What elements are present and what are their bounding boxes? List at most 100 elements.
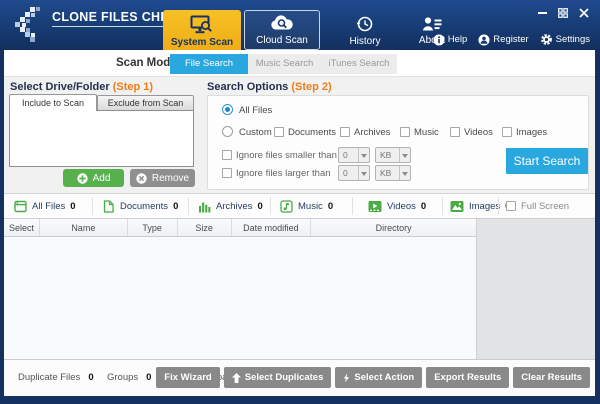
music-checkbox[interactable] — [400, 127, 410, 137]
scan-folder-list[interactable] — [9, 110, 194, 167]
ignore-smaller-label: Ignore files smaller than — [236, 150, 337, 161]
counter-all-files[interactable]: All Files 0 — [14, 194, 76, 218]
duplicate-files-value: 0 — [88, 372, 94, 383]
larger-size-dropdown[interactable]: 0 — [338, 165, 370, 181]
window-controls — [536, 7, 590, 19]
fix-wizard-label: Fix Wizard — [164, 372, 212, 383]
custom-radio[interactable] — [222, 126, 233, 137]
start-search-button[interactable]: Start Search — [506, 148, 588, 174]
duplicate-files-stat: Duplicate Files 0 — [18, 372, 94, 383]
settings-link[interactable]: Settings — [540, 33, 590, 46]
archives-bars-icon — [199, 202, 211, 212]
column-type[interactable]: Type — [128, 219, 178, 236]
counter-images[interactable]: Images 0 — [450, 194, 510, 218]
videos-checkbox[interactable] — [450, 127, 460, 137]
counter-label: All Files — [32, 200, 66, 212]
register-link-label: Register — [493, 34, 529, 45]
all-files-radio[interactable] — [222, 104, 233, 115]
counter-label: Music — [298, 200, 323, 212]
column-select[interactable]: Select — [4, 219, 40, 236]
tab-cloud-scan[interactable]: Cloud Scan — [244, 10, 320, 50]
about-person-icon — [422, 17, 442, 31]
fix-wizard-button[interactable]: Fix Wizard — [156, 367, 220, 388]
larger-unit-dropdown[interactable]: KB — [375, 165, 411, 181]
quick-links: Help Register Settings — [433, 33, 590, 46]
dropdown-caret-icon — [399, 166, 410, 180]
action-buttons: Fix Wizard Select Duplicates Select Acti… — [156, 367, 590, 388]
export-results-label: Export Results — [434, 372, 502, 383]
all-files-radio-label: All Files — [239, 105, 273, 116]
clear-results-button[interactable]: Clear Results — [513, 367, 590, 388]
app-logo-icon — [15, 7, 40, 42]
counter-videos[interactable]: Videos 0 — [368, 194, 426, 218]
app-window: CLONE FILES CHECKER by SORCIM — [0, 0, 600, 404]
add-circle-icon — [76, 172, 88, 184]
divider — [442, 197, 443, 215]
dropdown-caret-icon — [399, 148, 410, 162]
main-panels: Select Drive/Folder (Step 1) Include to … — [4, 77, 595, 193]
settings-link-label: Settings — [555, 34, 590, 45]
column-size[interactable]: Size — [178, 219, 232, 236]
select-duplicates-button[interactable]: Select Duplicates — [223, 367, 332, 388]
video-play-icon — [368, 200, 382, 212]
dropdown-caret-icon — [358, 166, 369, 180]
help-link[interactable]: Help — [433, 33, 467, 46]
tab-system-scan-label: System Scan — [170, 36, 234, 48]
select-action-button[interactable]: Select Action — [335, 367, 423, 388]
tab-include-to-scan[interactable]: Include to Scan — [9, 94, 97, 111]
archives-checkbox[interactable] — [340, 127, 350, 137]
counter-music[interactable]: Music 0 — [280, 194, 333, 218]
tab-file-search[interactable]: File Search — [170, 54, 248, 74]
images-checkbox[interactable] — [502, 127, 512, 137]
drive-panel-step: (Step 1) — [112, 81, 154, 93]
tab-exclude-from-scan[interactable]: Exclude from Scan — [97, 95, 194, 111]
remove-button[interactable]: Remove — [130, 169, 195, 187]
documents-checkbox[interactable] — [274, 127, 284, 137]
search-options-title: Search Options (Step 2) — [207, 81, 332, 93]
divider — [188, 197, 189, 215]
tab-itunes-search[interactable]: iTunes Search — [321, 54, 397, 74]
full-screen-label: Full Screen — [521, 200, 570, 212]
column-directory[interactable]: Directory — [311, 219, 476, 236]
documents-checkbox-label: Documents — [288, 127, 337, 138]
groups-value: 0 — [146, 372, 152, 383]
full-screen-checkbox[interactable]: Full Screen — [506, 194, 569, 218]
images-checkbox-label: Images — [516, 127, 548, 138]
cloud-search-icon — [271, 14, 293, 29]
results-table-body[interactable] — [4, 237, 476, 359]
export-results-button[interactable]: Export Results — [426, 367, 510, 388]
document-icon — [103, 199, 114, 213]
counter-count: 0 — [420, 200, 427, 212]
counter-count: 0 — [327, 200, 334, 212]
minimize-icon — [537, 12, 547, 14]
add-button[interactable]: Add — [63, 169, 124, 187]
lightning-icon — [344, 373, 350, 382]
column-date-modified[interactable]: Date modified — [232, 219, 312, 236]
smaller-size-dropdown[interactable]: 0 — [338, 147, 370, 163]
maximize-button[interactable] — [557, 7, 569, 19]
ignore-larger-checkbox[interactable] — [222, 168, 232, 178]
smaller-unit-dropdown[interactable]: KB — [375, 147, 411, 163]
all-files-icon — [14, 200, 27, 212]
counter-archives[interactable]: Archives 0 — [198, 194, 263, 218]
divider — [498, 197, 499, 215]
minimize-button[interactable] — [536, 7, 548, 19]
app-body: Scan Mode File Search Music Search iTune… — [4, 50, 595, 396]
counter-label: Documents — [120, 200, 169, 212]
counters-bar: All Files 0 Documents 0 Archives 0 Music… — [4, 193, 595, 219]
column-name[interactable]: Name — [40, 219, 128, 236]
larger-unit-value: KB — [380, 168, 392, 178]
counter-documents[interactable]: Documents 0 — [102, 194, 178, 218]
tab-system-scan[interactable]: System Scan — [163, 10, 241, 52]
counter-label: Videos — [387, 200, 416, 212]
select-action-label: Select Action — [354, 372, 415, 383]
close-button[interactable] — [578, 7, 590, 19]
ignore-smaller-checkbox[interactable] — [222, 150, 232, 160]
search-options-step: (Step 2) — [291, 81, 332, 93]
remove-circle-icon — [136, 172, 147, 184]
remove-button-label: Remove — [151, 172, 190, 184]
register-link[interactable]: Register — [478, 33, 529, 46]
tab-music-search[interactable]: Music Search — [248, 54, 321, 74]
tab-cloud-scan-label: Cloud Scan — [256, 34, 308, 46]
tab-history[interactable]: History — [330, 12, 400, 50]
